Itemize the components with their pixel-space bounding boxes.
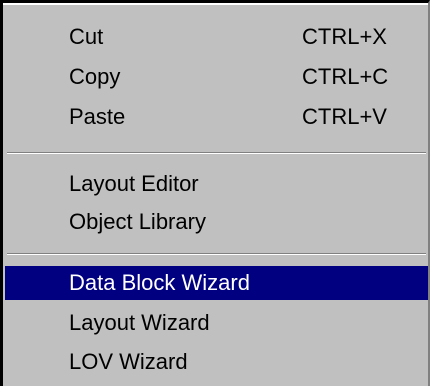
menu-item-label: Object Library xyxy=(69,209,206,234)
menu-item-shortcut: CTRL+C xyxy=(302,64,389,89)
menu-item-shortcut: CTRL+X xyxy=(302,24,387,49)
menu-item-label: Copy xyxy=(69,64,121,89)
menu-outer-edge xyxy=(430,0,434,386)
menu-item-label: Layout Wizard xyxy=(69,310,210,335)
menu-item-label: Layout Editor xyxy=(69,171,199,196)
menu-item-layout-wizard[interactable]: Layout Wizard xyxy=(5,306,428,340)
menu-item-label: Cut xyxy=(69,24,104,49)
menu-item-lov-wizard[interactable]: LOV Wizard xyxy=(5,345,428,379)
context-menu: Cut CTRL+X Copy CTRL+C Paste CTRL+V Layo… xyxy=(0,0,430,386)
menu-item-data-block-wizard[interactable]: Data Block Wizard xyxy=(5,266,428,300)
menu-item-label: Data Block Wizard xyxy=(69,270,250,295)
menu-separator xyxy=(7,152,426,154)
menu-item-label: LOV Wizard xyxy=(69,349,188,374)
menu-item-paste[interactable]: Paste CTRL+V xyxy=(5,100,428,134)
menu-item-cut[interactable]: Cut CTRL+X xyxy=(5,20,428,54)
menu-separator xyxy=(7,253,426,255)
menu-item-object-library[interactable]: Object Library xyxy=(5,205,428,239)
menu-item-shortcut: CTRL+V xyxy=(302,104,387,129)
menu-item-label: Paste xyxy=(69,104,126,129)
menu-item-layout-editor[interactable]: Layout Editor xyxy=(5,167,428,201)
menu-item-copy[interactable]: Copy CTRL+C xyxy=(5,60,428,94)
